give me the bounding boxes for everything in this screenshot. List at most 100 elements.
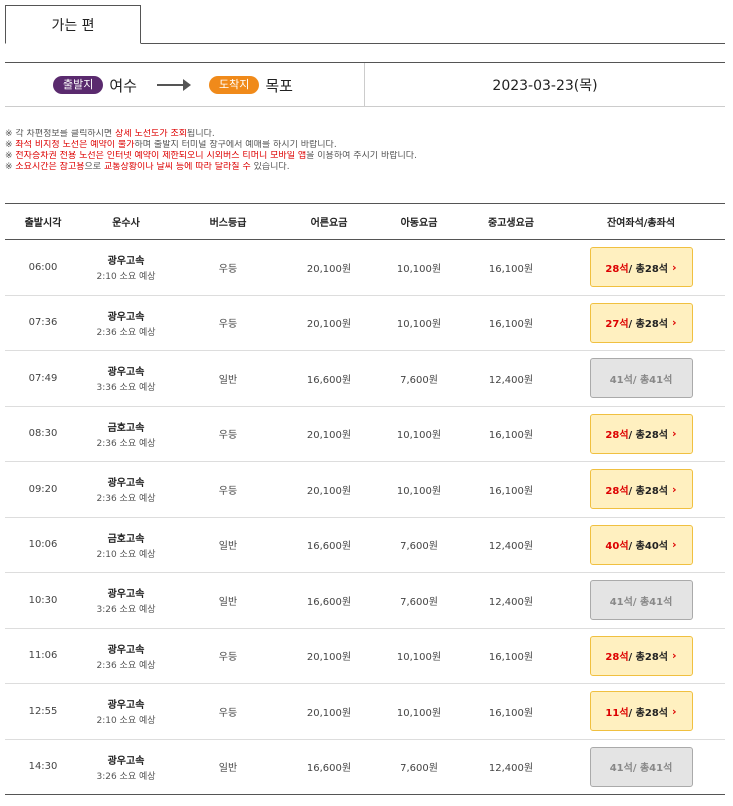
total-seats: 41석 xyxy=(649,374,673,386)
bus-grade: 우등 xyxy=(218,430,238,442)
child-fare: 7,600원 xyxy=(400,763,438,775)
duration-estimate: 2:36 소요 예상 xyxy=(96,660,156,671)
bus-grade: 우등 xyxy=(218,263,238,275)
remaining-seats: 11석 xyxy=(605,707,629,719)
seat-separator: / 총 xyxy=(628,263,645,275)
remaining-seats: 41석 xyxy=(609,374,633,386)
child-fare: 10,100원 xyxy=(396,430,442,442)
seat-separator: / 총 xyxy=(632,763,650,775)
seat-select-button[interactable]: 28석 / 총 28석 › xyxy=(589,247,693,288)
table-row[interactable]: 09:20 광우고속 2:36 소요 예상 우등 20,100원 10,100원 16,10… xyxy=(5,462,725,518)
duration-estimate: 2:36 소요 예상 xyxy=(96,438,156,449)
bus-grade: 우등 xyxy=(218,707,238,719)
operator-cell: 광우고속 2:10 소요 예상 xyxy=(81,696,171,726)
operator-name: 금호고속 xyxy=(107,533,145,545)
remaining-seats: 40석 xyxy=(605,541,629,553)
seat-cell: 41석 / 총 41석 xyxy=(557,746,725,787)
seat-separator: / 총 xyxy=(632,596,650,608)
notice-item: ※ 소요시간은 참고용으로 교통상황이나 날씨 등에 따라 달라질 수 있습니다… xyxy=(5,162,290,172)
table-row[interactable]: 07:49 광우고속 3:36 소요 예상 일반 16,600원 7,600원 12,400… xyxy=(5,351,725,407)
bus-grade: 일반 xyxy=(218,374,238,386)
student-fare: 16,100원 xyxy=(488,319,534,331)
seat-cell: 28석 / 총 28석 › xyxy=(557,469,725,510)
tab-outbound[interactable]: 가는 편 xyxy=(5,5,141,44)
seat-select-button[interactable]: 28석 / 총 28석 › xyxy=(589,635,693,676)
total-seats: 28석 xyxy=(644,319,669,331)
table-row[interactable]: 10:30 광우고속 3:26 소요 예상 일반 16,600원 7,600원 12,400… xyxy=(5,573,725,629)
right-arrow-icon xyxy=(156,79,191,91)
remaining-seats: 28석 xyxy=(605,430,629,442)
seat-select-button: 41석 / 총 41석 xyxy=(589,580,693,621)
operator-name: 광우고속 xyxy=(107,256,145,268)
notice-item: ※ 전자승차권 전용 노선은 인터넷 예약이 제한되오니 시외버스 티머니 모바… xyxy=(5,151,417,161)
seat-select-button[interactable]: 28석 / 총 28석 › xyxy=(589,413,693,454)
child-fare: 10,100원 xyxy=(396,485,442,497)
seat-select-button: 41석 / 총 41석 xyxy=(589,358,693,399)
seat-separator: / 총 xyxy=(628,707,645,719)
operator-cell: 광우고속 2:10 소요 예상 xyxy=(81,252,171,282)
operator-cell: 금호고속 2:36 소요 예상 xyxy=(81,419,171,449)
bus-grade: 우등 xyxy=(218,652,238,664)
duration-estimate: 3:36 소요 예상 xyxy=(96,383,156,394)
seat-cell: 41석 / 총 41석 xyxy=(557,580,725,621)
chevron-right-icon: › xyxy=(672,704,677,718)
remaining-seats: 41석 xyxy=(609,596,633,608)
departure-badge: 출발지 xyxy=(53,76,104,94)
total-seats: 28석 xyxy=(644,652,669,664)
chevron-right-icon: › xyxy=(672,260,677,274)
child-fare: 10,100원 xyxy=(396,319,442,331)
operator-name: 광우고속 xyxy=(107,700,145,712)
seat-select-button[interactable]: 11석 / 총 28석 › xyxy=(589,691,693,732)
departure-time: 09:20 xyxy=(28,483,58,495)
seat-cell: 27석 / 총 28석 › xyxy=(557,302,725,343)
student-fare: 16,100원 xyxy=(488,430,534,442)
seat-select-button[interactable]: 28석 / 총 28석 › xyxy=(589,469,693,510)
chevron-right-icon: › xyxy=(672,427,677,441)
bus-grade: 일반 xyxy=(218,596,238,608)
seat-select-button[interactable]: 40석 / 총 40석 › xyxy=(589,524,693,565)
bus-grade: 우등 xyxy=(218,485,238,497)
seat-separator: / 총 xyxy=(628,319,645,331)
remaining-seats: 41석 xyxy=(609,763,633,775)
direction-tabbar: 가는 편 xyxy=(5,5,725,44)
departure-time: 06:00 xyxy=(28,261,58,273)
departure-time: 07:36 xyxy=(28,317,58,329)
arrival-city: 목포 xyxy=(265,76,293,95)
adult-fare: 20,100원 xyxy=(306,485,352,497)
table-header: 출발시각 운수사 버스등급 어른요금 아동요금 중고생요금 잔여좌석/총좌석 xyxy=(5,204,725,240)
operator-name: 금호고속 xyxy=(107,422,145,434)
operator-cell: 광우고속 3:26 소요 예상 xyxy=(81,752,171,782)
operator-cell: 금호고속 2:10 소요 예상 xyxy=(81,530,171,560)
seat-select-button[interactable]: 27석 / 총 28석 › xyxy=(589,302,693,343)
departure-time: 10:30 xyxy=(28,594,58,606)
seat-cell: 41석 / 총 41석 xyxy=(557,358,725,399)
route-cities: 출발지 여수 도착지 목포 xyxy=(5,63,365,107)
table-row[interactable]: 10:06 금호고속 2:10 소요 예상 일반 16,600원 7,600원 12,400… xyxy=(5,518,725,573)
adult-fare: 20,100원 xyxy=(306,319,352,331)
total-seats: 28석 xyxy=(644,707,669,719)
notice-item: ※ 좌석 비지정 노선은 예약이 불가하며 출발지 터미널 창구에서 예매를 하… xyxy=(5,140,337,150)
chevron-right-icon: › xyxy=(672,482,677,496)
student-fare: 12,400원 xyxy=(488,596,534,608)
table-row[interactable]: 12:55 광우고속 2:10 소요 예상 우등 20,100원 10,100원 16,10… xyxy=(5,684,725,740)
seat-separator: / 총 xyxy=(628,652,645,664)
chevron-right-icon: › xyxy=(672,649,677,663)
child-fare: 10,100원 xyxy=(396,707,442,719)
table-row[interactable]: 07:36 광우고속 2:36 소요 예상 우등 20,100원 10,100원 16,10… xyxy=(5,296,725,351)
table-row[interactable]: 06:00 광우고속 2:10 소요 예상 우등 20,100원 10,100원 16,10… xyxy=(5,240,725,296)
table-row[interactable]: 08:30 금호고속 2:36 소요 예상 우등 20,100원 10,100원 16,10… xyxy=(5,407,725,462)
header-adult-fare: 어른요금 xyxy=(310,218,348,229)
student-fare: 16,100원 xyxy=(488,707,534,719)
adult-fare: 16,600원 xyxy=(306,596,352,608)
seat-cell: 28석 / 총 28석 › xyxy=(557,247,725,288)
adult-fare: 20,100원 xyxy=(306,430,352,442)
duration-estimate: 2:10 소요 예상 xyxy=(96,716,156,727)
route-summary: 출발지 여수 도착지 목포 2023-03-23(목) xyxy=(5,62,725,107)
table-row[interactable]: 14:30 광우고속 3:26 소요 예상 일반 16,600원 7,600원 12,400… xyxy=(5,740,725,795)
student-fare: 16,100원 xyxy=(488,485,534,497)
duration-estimate: 3:26 소요 예상 xyxy=(96,605,156,616)
remaining-seats: 28석 xyxy=(605,263,629,275)
child-fare: 7,600원 xyxy=(400,541,438,553)
table-row[interactable]: 11:06 광우고속 2:36 소요 예상 우등 20,100원 10,100원 16,10… xyxy=(5,629,725,684)
adult-fare: 20,100원 xyxy=(306,707,352,719)
